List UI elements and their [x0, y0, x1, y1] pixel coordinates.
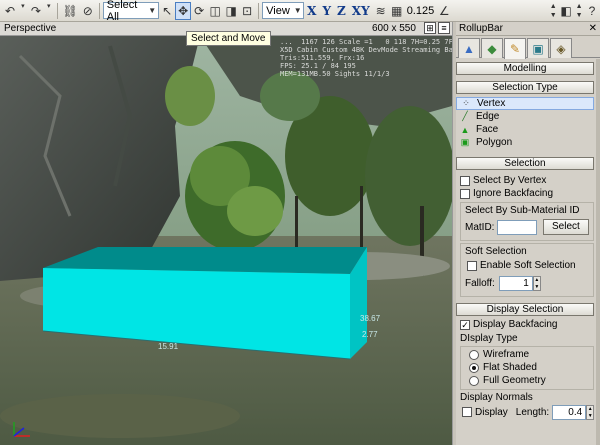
angle-snap-icon[interactable]: ∠ — [436, 2, 452, 20]
modelling-header[interactable]: Modelling — [456, 62, 594, 75]
tab-layers-icon[interactable]: ◈ — [550, 38, 572, 58]
toolbar-scroll-handle[interactable]: ▲ ▼ — [548, 2, 558, 20]
axis-xy-button[interactable]: XY — [349, 4, 373, 18]
select-icon[interactable]: ↖ — [159, 2, 175, 20]
polygon-icon: ▣ — [460, 137, 470, 147]
close-icon[interactable]: ✕ — [589, 23, 597, 34]
vertex-icon: ⁘ — [462, 98, 470, 108]
edge-icon: ╱ — [462, 111, 468, 121]
scene-render — [0, 36, 452, 445]
normals-length-input[interactable]: 0.4 — [552, 404, 587, 420]
display-normals-checkbox[interactable]: Display — [462, 406, 508, 419]
redo-icon[interactable]: ↷ — [28, 2, 44, 20]
submaterial-group: Select By Sub-Material ID MatID: Select — [460, 202, 594, 241]
redo-dropdown[interactable]: ▾ — [44, 2, 54, 20]
soft-selection-group: Soft Selection Enable Soft Selection Fal… — [460, 243, 594, 297]
rollup-bar: RollupBar ✕ ▲ ◆ ✎ ▣ ◈ Modelling Selectio… — [456, 22, 600, 445]
selection-type-list: ⁘ Vertex ╱ Edge ▲ Face ▣ Polygon — [456, 97, 594, 149]
falloff-input[interactable]: 1 — [498, 275, 533, 291]
unlink-icon[interactable]: ⊘ — [80, 2, 96, 20]
tab-objects-icon[interactable]: ▲ — [458, 38, 480, 58]
rollup-tabs: ▲ ◆ ✎ ▣ ◈ — [456, 36, 600, 59]
tooltip-select-and-move: Select and Move — [186, 31, 271, 46]
face-icon: ▲ — [460, 124, 470, 135]
check-icon: ✓ — [460, 319, 470, 330]
selection-type-face[interactable]: ▲ Face — [456, 123, 594, 136]
undo-dropdown[interactable]: ▾ — [18, 2, 28, 20]
normals-length-spinner[interactable]: ▲ ▼ — [586, 404, 595, 420]
maximize-icon[interactable]: ⊞ — [424, 22, 436, 34]
selection-header[interactable]: Selection — [456, 157, 594, 170]
main-toolbar: ↶ ▾ ↷ ▾ ⛓ ⊘ Select All ▼ ↖ ✥ ⟳ ◫ ◨ ⊡ View… — [0, 0, 600, 23]
scale-icon[interactable]: ◫ — [207, 2, 223, 20]
dimension-height-label: 2.77 — [362, 330, 378, 339]
select-button[interactable]: Select — [542, 219, 589, 235]
display-selection-header[interactable]: Display Selection — [456, 303, 594, 316]
selection-type-vertex[interactable]: ⁘ Vertex — [456, 97, 594, 110]
camera-icon[interactable]: ◧ — [558, 2, 574, 20]
tab-terrain-icon[interactable]: ◆ — [481, 38, 503, 58]
link-icon[interactable]: ⛓ — [61, 2, 80, 20]
chevron-down-icon: ▼ — [148, 6, 157, 15]
display-type-wireframe[interactable]: Wireframe — [465, 348, 589, 361]
axis-x-button[interactable]: X — [304, 4, 319, 18]
stats-overlay: ... 1167 126 Scale =1 0 118 7H=0.25 7F=9… — [280, 38, 452, 78]
snap-icon[interactable]: ⊡ — [239, 2, 255, 20]
display-type-group: Wireframe Flat Shaded Full Geometry — [460, 346, 594, 390]
matid-label: MatID: — [465, 221, 495, 233]
tab-modelling-icon[interactable]: ✎ — [504, 38, 526, 59]
dimension-depth-label: 38.67 — [360, 314, 381, 323]
grid-size-value[interactable]: 0.125 — [405, 5, 437, 17]
help-icon[interactable]: ? — [584, 2, 600, 20]
falloff-spinner[interactable]: ▲ ▼ — [532, 275, 541, 291]
rotate-icon[interactable]: ⟳ — [191, 2, 207, 20]
viewport-size: 600 x 550 — [372, 23, 416, 34]
selection-type-header[interactable]: Selection Type — [456, 81, 594, 94]
selection-type-polygon[interactable]: ▣ Polygon — [456, 136, 594, 149]
ignore-backfacing-checkbox[interactable]: Ignore Backfacing — [456, 187, 596, 200]
matid-input[interactable] — [497, 219, 537, 235]
axis-y-button[interactable]: Y — [319, 4, 334, 18]
rollup-scrollbar[interactable] — [596, 59, 600, 445]
undo-icon[interactable]: ↶ — [2, 2, 18, 20]
axis-z-button[interactable]: Z — [334, 4, 349, 18]
dimension-width-label: 15.91 — [158, 342, 179, 351]
select-by-vertex-checkbox[interactable]: Select By Vertex — [456, 174, 596, 187]
viewport-name[interactable]: Perspective — [4, 23, 56, 34]
chevron-down-icon: ▼ — [293, 6, 302, 15]
rollup-title: RollupBar — [459, 23, 503, 34]
select-terrain-icon[interactable]: ◨ — [223, 2, 239, 20]
grid-icon[interactable]: ▦ — [389, 2, 405, 20]
selection-type-edge[interactable]: ╱ Edge — [456, 110, 594, 123]
display-type-flat-shaded[interactable]: Flat Shaded — [465, 361, 589, 374]
terrain-follow-icon[interactable]: ≋ — [373, 2, 389, 20]
rollup-body: Modelling Selection Type ⁘ Vertex ╱ Edge… — [456, 59, 596, 445]
enable-soft-selection-checkbox[interactable]: Enable Soft Selection — [465, 259, 589, 272]
selection-filter-select[interactable]: Select All ▼ — [102, 0, 160, 23]
display-type-full-geometry[interactable]: Full Geometry — [465, 374, 589, 387]
perspective-viewport[interactable]: ... 1167 126 Scale =1 0 118 7H=0.25 7F=9… — [0, 36, 452, 445]
select-move-icon[interactable]: ✥ — [175, 1, 192, 20]
tab-display-icon[interactable]: ▣ — [527, 38, 549, 58]
display-backfacing-checkbox[interactable]: ✓ Display Backfacing — [456, 318, 596, 331]
viewport-options-icon[interactable]: ≡ — [438, 22, 450, 34]
toolbar-scroll-handle-2[interactable]: ▲ ▼ — [574, 2, 584, 20]
reference-coord-select[interactable]: View ▼ — [262, 2, 305, 19]
